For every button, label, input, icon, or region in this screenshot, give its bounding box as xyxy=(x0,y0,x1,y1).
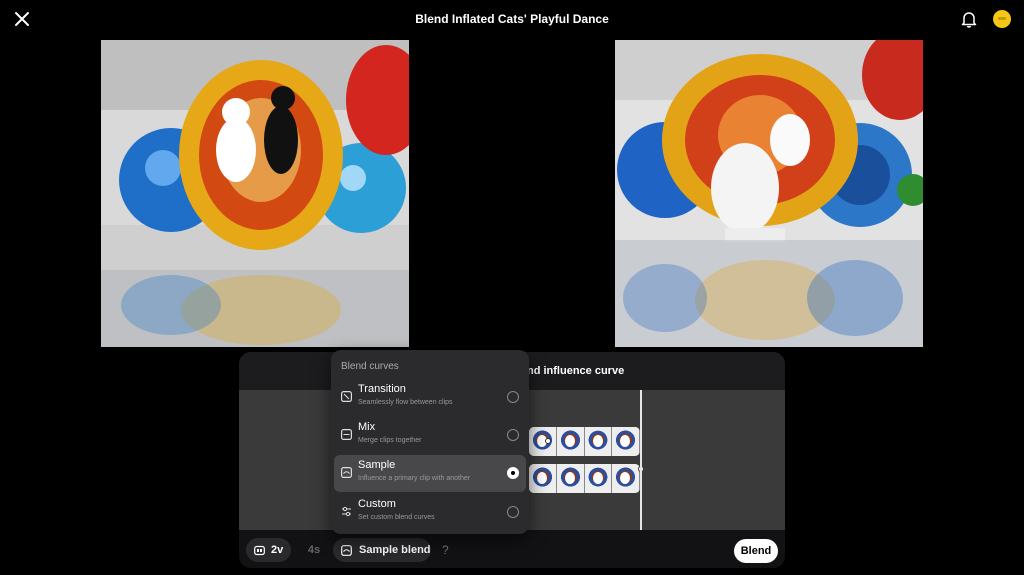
menu-item-label: Mix xyxy=(358,421,376,433)
menu-item-description: Seamlessly flow between clips xyxy=(358,399,453,406)
playhead[interactable] xyxy=(640,390,642,530)
menu-item-label: Custom xyxy=(358,498,396,510)
timeline-clip-secondary[interactable] xyxy=(529,464,640,493)
video-count-icon xyxy=(254,545,265,555)
menu-title: Blend curves xyxy=(341,361,399,372)
menu-item-transition[interactable]: Transition Seamlessly flow between clips xyxy=(334,379,526,416)
top-bar: Blend Inflated Cats' Playful Dance xyxy=(0,0,1024,40)
menu-item-description: Set custom blend curves xyxy=(358,514,435,521)
sliders-icon xyxy=(342,506,351,517)
bottom-toolbar: 2v 4s Sample blend ? xyxy=(239,530,785,568)
video-count-label: 2v xyxy=(271,544,284,556)
sample-icon xyxy=(341,467,352,478)
sample-icon xyxy=(341,544,352,556)
blend-mode-button[interactable]: Sample blend xyxy=(333,538,431,562)
bell-icon[interactable] xyxy=(960,10,978,28)
video-count-button[interactable]: 2v xyxy=(246,538,291,562)
curve-handle[interactable] xyxy=(545,438,551,444)
panel-header-title: nd influence curve xyxy=(527,365,625,377)
page-title: Blend Inflated Cats' Playful Dance xyxy=(415,12,609,26)
help-icon[interactable]: ? xyxy=(442,543,449,557)
menu-item-custom[interactable]: Custom Set custom blend curves xyxy=(334,494,526,531)
menu-item-description: Merge clips together xyxy=(358,437,422,444)
duration-label: 4s xyxy=(307,544,321,556)
radio-button[interactable] xyxy=(507,429,519,441)
duration-button[interactable]: 4s xyxy=(303,538,325,562)
mix-icon xyxy=(341,429,352,440)
blend-button[interactable]: Blend xyxy=(734,539,778,563)
menu-item-label: Sample xyxy=(358,459,396,471)
menu-item-sample[interactable]: Sample Influence a primary clip with ano… xyxy=(334,455,526,492)
coin-icon[interactable] xyxy=(993,10,1011,28)
source-clip-preview-left xyxy=(101,40,409,347)
blend-mode-label: Sample blend xyxy=(359,544,431,556)
source-clip-preview-right xyxy=(615,40,923,347)
radio-button[interactable] xyxy=(507,506,519,518)
transition-icon xyxy=(341,391,352,402)
radio-button[interactable] xyxy=(507,467,519,479)
menu-item-label: Transition xyxy=(358,383,406,395)
blend-curves-menu: Blend curves Transition Seamlessly flow … xyxy=(331,350,529,534)
menu-item-mix[interactable]: Mix Merge clips together xyxy=(334,417,526,454)
menu-item-description: Influence a primary clip with another xyxy=(358,475,471,482)
radio-button[interactable] xyxy=(507,391,519,403)
